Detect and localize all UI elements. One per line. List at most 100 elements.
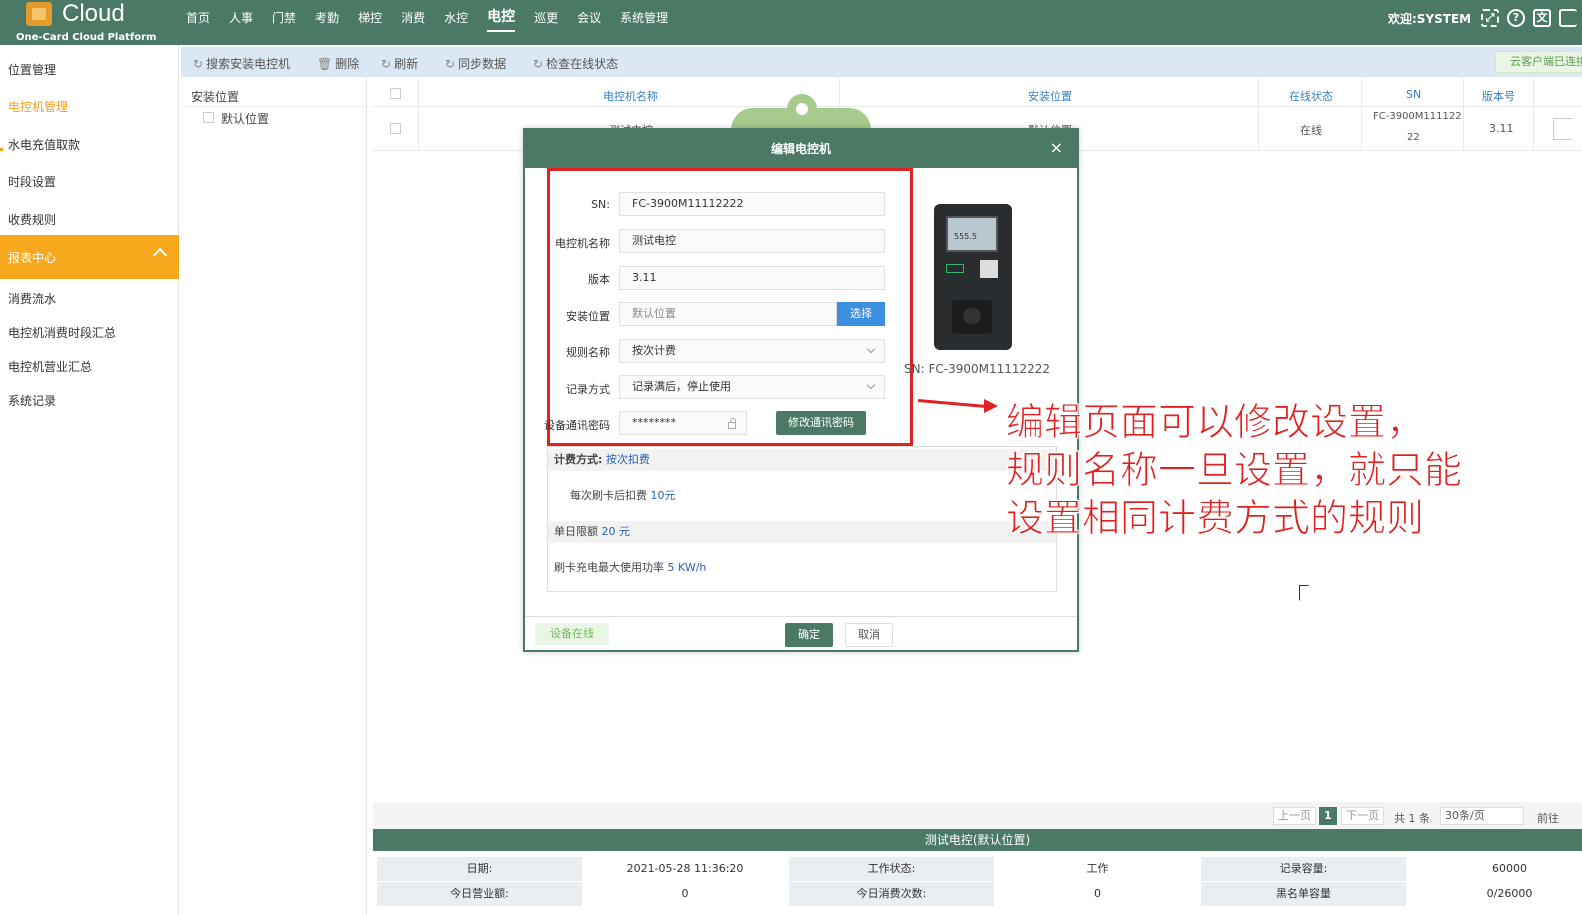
name-label: 电控机名称 <box>555 237 610 250</box>
nav-item-elevator[interactable]: 梯控 <box>358 0 382 45</box>
row-action-button[interactable] <box>1553 118 1573 140</box>
fullscreen-icon[interactable]: ⤢ <box>1481 9 1499 27</box>
record-mode-value: 记录满后，停止使用 <box>632 380 731 393</box>
sidebar-item-recharge[interactable]: 水电充值取款 <box>8 136 80 153</box>
refresh-label: 刷新 <box>394 57 419 71</box>
decorative-ring <box>787 94 817 124</box>
sidebar-group-reports[interactable]: 报表中心 <box>0 235 179 279</box>
total-count: 共 1 条 <box>1394 812 1430 825</box>
page-1-button[interactable]: 1 <box>1319 807 1337 825</box>
close-icon[interactable]: × <box>1050 138 1063 157</box>
device-screen-value: 555.5 <box>954 232 977 241</box>
nav-item-attendance[interactable]: 考勤 <box>315 0 339 45</box>
device-image: 555.5 <box>934 204 1012 350</box>
sidebar-item-consumption-log[interactable]: 消费流水 <box>8 290 56 307</box>
divider <box>1533 78 1534 150</box>
divider <box>1258 78 1259 150</box>
change-password-button[interactable]: 修改通讯密码 <box>776 411 866 435</box>
sidebar-item-meter-management[interactable]: 电控机管理 <box>8 98 68 115</box>
edit-meter-dialog: 编辑电控机 × SN: FC-3900M11112222 电控机名称 测试电控 … <box>523 128 1079 652</box>
row-checkbox[interactable] <box>390 123 401 134</box>
check-icon: ↻ <box>533 57 544 71</box>
sidebar-item-period-summary[interactable]: 电控机消费时段汇总 <box>8 324 116 341</box>
location-label: 安装位置 <box>566 310 610 323</box>
nav-item-home[interactable]: 首页 <box>186 0 210 45</box>
sidebar-item-charge-rules[interactable]: 收费规则 <box>8 211 56 228</box>
version-field[interactable]: 3.11 <box>619 266 885 290</box>
rule-label: 规则名称 <box>566 346 610 359</box>
refresh-small-icon: ↻ <box>193 57 204 71</box>
sidebar-item-location[interactable]: 位置管理 <box>8 61 56 78</box>
row-version: 3.11 <box>1489 122 1514 135</box>
sn-field[interactable]: FC-3900M11112222 <box>619 192 885 216</box>
refresh-icon: ↻ <box>381 57 392 71</box>
mouse-cursor-icon <box>1299 585 1309 601</box>
max-power-label: 刷卡充电最大使用功率 <box>554 561 664 574</box>
sync-icon: ↻ <box>445 57 456 71</box>
chevron-down-icon <box>866 344 876 354</box>
divider <box>181 106 367 107</box>
pagination: 上一页 1 下一页 共 1 条 30条/页 前往 <box>373 802 1582 830</box>
column-header-status: 在线状态 <box>1289 90 1333 103</box>
detail-blacklist-label: 黑名单容量 <box>1201 882 1406 906</box>
annotation-line-3: 设置相同计费方式的规则 <box>1006 496 1425 541</box>
help-icon[interactable]: ? <box>1507 9 1525 27</box>
billing-label: 计费方式: <box>554 453 603 466</box>
nav-item-patrol[interactable]: 巡更 <box>534 0 558 45</box>
record-mode-select[interactable]: 记录满后，停止使用 <box>619 375 885 399</box>
column-header-name: 电控机名称 <box>603 90 658 103</box>
detail-revenue-label: 今日营业额: <box>377 882 582 906</box>
nav-item-hr[interactable]: 人事 <box>229 0 253 45</box>
nav-item-consumption[interactable]: 消费 <box>401 0 425 45</box>
search-meter-button[interactable]: ↻ 搜索安装电控机 <box>193 55 290 72</box>
next-page-button[interactable]: 下一页 <box>1341 807 1384 825</box>
online-badge: 设备在线 <box>535 623 609 645</box>
nav-item-electric[interactable]: 电控 <box>487 0 516 32</box>
annotation-line-2: 规则名称一旦设置，就只能 <box>1006 448 1463 493</box>
device-keypad <box>980 260 998 278</box>
language-icon[interactable]: 文 <box>1533 9 1551 27</box>
device-led <box>946 264 964 273</box>
detail-revenue-value: 0 <box>582 882 788 906</box>
detail-count-label: 今日消费次数: <box>789 882 994 906</box>
sidebar-item-system-log[interactable]: 系统记录 <box>8 392 56 409</box>
refresh-button[interactable]: ↻ 刷新 <box>381 55 418 72</box>
location-field[interactable]: 默认位置 <box>619 302 837 326</box>
sidebar-item-time-period[interactable]: 时段设置 <box>8 173 56 190</box>
prev-page-button[interactable]: 上一页 <box>1273 807 1316 825</box>
delete-button[interactable]: 🗑 删除 <box>317 55 359 72</box>
per-swipe-label: 每次刷卡后扣费 <box>570 489 647 502</box>
rule-select[interactable]: 按次计费 <box>619 339 885 363</box>
row-status: 在线 <box>1300 124 1322 137</box>
confirm-button[interactable]: 确定 <box>785 623 833 647</box>
cloud-client-button[interactable]: 云客户端已连接 <box>1495 51 1582 73</box>
location-checkbox[interactable] <box>203 112 214 123</box>
logo-cube-icon <box>26 2 52 26</box>
check-online-button[interactable]: ↻ 检查在线状态 <box>533 55 618 72</box>
sync-data-button[interactable]: ↻ 同步数据 <box>445 55 506 72</box>
select-all-checkbox[interactable] <box>390 88 401 99</box>
nav-item-access[interactable]: 门禁 <box>272 0 296 45</box>
location-item[interactable]: 默认位置 <box>221 110 269 127</box>
annotation-arrowhead <box>984 399 998 413</box>
sidebar-item-revenue-summary[interactable]: 电控机营业汇总 <box>8 358 92 375</box>
nav-item-water[interactable]: 水控 <box>444 0 468 45</box>
search-meter-label: 搜索安装电控机 <box>206 57 291 71</box>
password-field[interactable]: ******** <box>619 411 747 435</box>
logo-name: Cloud <box>62 0 125 27</box>
nav-item-meeting[interactable]: 会议 <box>577 0 601 45</box>
logout-icon[interactable] <box>1559 9 1577 27</box>
nav-item-system[interactable]: 系统管理 <box>620 0 668 45</box>
dialog-title: 编辑电控机 <box>525 130 1077 168</box>
select-location-button[interactable]: 选择 <box>837 302 885 326</box>
detail-blacklist-value: 0/26000 <box>1407 882 1582 906</box>
highlight-box: SN: FC-3900M11112222 电控机名称 测试电控 版本 3.11 … <box>544 168 913 446</box>
detail-count-value: 0 <box>995 882 1200 906</box>
cancel-button[interactable]: 取消 <box>845 623 893 647</box>
record-mode-label: 记录方式 <box>566 383 610 396</box>
page-size-select[interactable]: 30条/页 <box>1440 807 1524 825</box>
billing-row: 计费方式: 按次扣费 <box>548 449 1056 471</box>
row-sn-line2: 22 <box>1407 132 1420 143</box>
location-panel-header: 安装位置 <box>191 90 240 104</box>
name-field[interactable]: 测试电控 <box>619 229 885 253</box>
